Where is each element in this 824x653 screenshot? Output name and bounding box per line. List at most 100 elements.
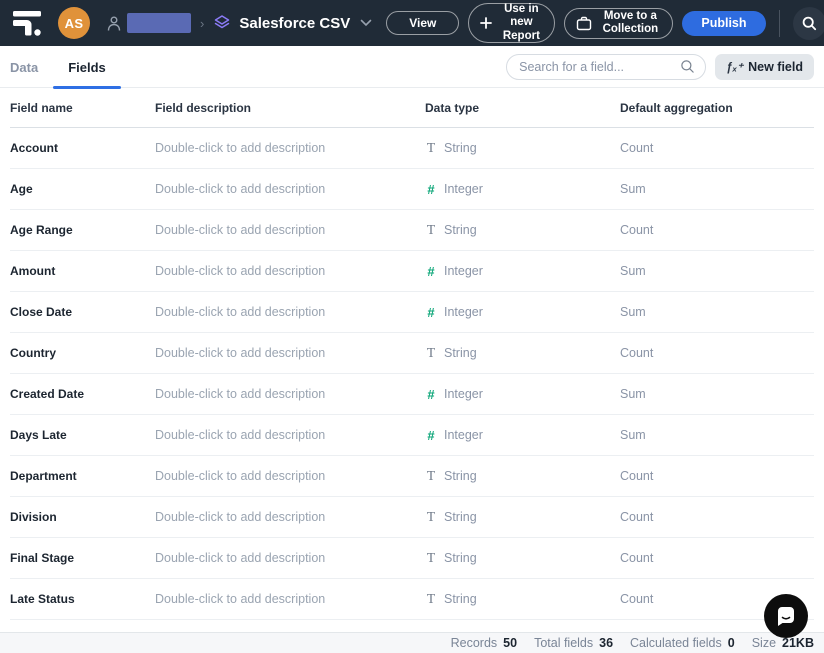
- column-header-description: Field description: [155, 100, 252, 115]
- field-name: Amount: [10, 264, 56, 278]
- chat-bubble-icon: [778, 606, 794, 626]
- function-plus-icon: ƒₓ⁺: [726, 61, 744, 74]
- move-to-collection-button[interactable]: Move to a Collection: [564, 7, 674, 39]
- field-type-cell[interactable]: # Integer: [425, 182, 620, 197]
- table-row[interactable]: Age Double-click to add description # In…: [10, 169, 814, 210]
- field-aggregation[interactable]: Count: [620, 469, 814, 483]
- records-stat: Records 50: [451, 636, 517, 650]
- field-description[interactable]: Double-click to add description: [155, 141, 425, 155]
- chevron-down-icon[interactable]: [360, 19, 372, 27]
- field-description[interactable]: Double-click to add description: [155, 264, 425, 278]
- field-description[interactable]: Double-click to add description: [155, 428, 425, 442]
- calculated-fields-label: Calculated fields: [630, 636, 722, 650]
- field-type-cell[interactable]: T String: [425, 591, 620, 607]
- integer-type-icon: #: [427, 263, 435, 279]
- field-description[interactable]: Double-click to add description: [155, 469, 425, 483]
- field-description[interactable]: Double-click to add description: [155, 305, 425, 319]
- tab-data[interactable]: Data: [10, 46, 53, 88]
- table-row[interactable]: Country Double-click to add description …: [10, 333, 814, 374]
- table-row[interactable]: Close Date Double-click to add descripti…: [10, 292, 814, 333]
- field-description[interactable]: Double-click to add description: [155, 223, 425, 237]
- string-type-icon: T: [426, 591, 436, 606]
- new-field-button[interactable]: ƒₓ⁺ New field: [715, 53, 814, 80]
- records-value: 50: [503, 636, 518, 650]
- dataset-fields-page: AS › Salesforce CSV View Use in new Repo…: [0, 0, 824, 653]
- field-type: String: [444, 346, 477, 360]
- field-description[interactable]: Double-click to add description: [155, 592, 425, 606]
- dataset-icon: [213, 14, 231, 32]
- string-type-icon: T: [426, 140, 436, 155]
- field-type-cell[interactable]: # Integer: [425, 428, 620, 443]
- table-row[interactable]: Created Date Double-click to add descrip…: [10, 374, 814, 415]
- field-type-cell[interactable]: T String: [425, 550, 620, 566]
- table-row[interactable]: Age Range Double-click to add descriptio…: [10, 210, 814, 251]
- mode-logo-icon[interactable]: [12, 8, 44, 38]
- global-search-button[interactable]: [792, 6, 824, 40]
- navbar-actions: View Use in new Report Move to a Collect…: [386, 3, 824, 43]
- view-button[interactable]: View: [386, 11, 460, 35]
- integer-type-icon: #: [427, 181, 435, 197]
- field-description[interactable]: Double-click to add description: [155, 551, 425, 565]
- total-fields-stat: Total fields 36: [534, 636, 613, 650]
- field-aggregation[interactable]: Sum: [620, 305, 814, 319]
- user-avatar[interactable]: AS: [58, 7, 90, 39]
- field-type-cell[interactable]: # Integer: [425, 305, 620, 320]
- fields-table-header: Field name Field description Data type D…: [10, 88, 814, 128]
- table-row[interactable]: Days Late Double-click to add descriptio…: [10, 415, 814, 456]
- field-description[interactable]: Double-click to add description: [155, 510, 425, 524]
- field-description[interactable]: Double-click to add description: [155, 387, 425, 401]
- field-type-cell[interactable]: T String: [425, 222, 620, 238]
- field-type: Integer: [444, 264, 483, 278]
- tab-fields[interactable]: Fields: [53, 46, 121, 89]
- field-type: String: [444, 141, 477, 155]
- plus-icon: [480, 17, 493, 29]
- top-navbar: AS › Salesforce CSV View Use in new Repo…: [0, 0, 824, 46]
- use-in-new-report-button[interactable]: Use in new Report: [468, 3, 556, 43]
- string-type-icon: T: [426, 222, 436, 237]
- field-name: Account: [10, 141, 58, 155]
- chat-launcher-button[interactable]: [764, 594, 808, 638]
- string-type-icon: T: [426, 345, 436, 360]
- field-aggregation[interactable]: Sum: [620, 182, 814, 196]
- calculated-fields-stat: Calculated fields 0: [630, 636, 735, 650]
- status-bar: Records 50 Total fields 36 Calculated fi…: [0, 632, 824, 653]
- table-row[interactable]: Department Double-click to add descripti…: [10, 456, 814, 497]
- field-description[interactable]: Double-click to add description: [155, 346, 425, 360]
- table-row[interactable]: Amount Double-click to add description #…: [10, 251, 814, 292]
- field-type-cell[interactable]: T String: [425, 140, 620, 156]
- field-type-cell[interactable]: # Integer: [425, 387, 620, 402]
- field-type: Integer: [444, 182, 483, 196]
- field-type-cell[interactable]: # Integer: [425, 264, 620, 279]
- field-type-cell[interactable]: T String: [425, 345, 620, 361]
- fields-table-body: Account Double-click to add description …: [10, 128, 814, 620]
- search-icon: [681, 60, 694, 73]
- size-value: 21KB: [782, 636, 814, 650]
- integer-type-icon: #: [427, 304, 435, 320]
- field-name: Late Status: [10, 592, 75, 606]
- field-aggregation[interactable]: Sum: [620, 428, 814, 442]
- integer-type-icon: #: [427, 386, 435, 402]
- field-description[interactable]: Double-click to add description: [155, 182, 425, 196]
- table-row[interactable]: Final Stage Double-click to add descript…: [10, 538, 814, 579]
- field-type-cell[interactable]: T String: [425, 509, 620, 525]
- field-type: String: [444, 223, 477, 237]
- field-aggregation[interactable]: Count: [620, 141, 814, 155]
- field-aggregation[interactable]: Count: [620, 346, 814, 360]
- field-name: Close Date: [10, 305, 73, 319]
- publish-button[interactable]: Publish: [682, 10, 766, 36]
- field-type: String: [444, 469, 477, 483]
- field-aggregation[interactable]: Sum: [620, 387, 814, 401]
- field-type-cell[interactable]: T String: [425, 468, 620, 484]
- new-field-label: New field: [748, 59, 803, 74]
- table-row[interactable]: Division Double-click to add description…: [10, 497, 814, 538]
- field-aggregation[interactable]: Sum: [620, 264, 814, 278]
- field-search-input[interactable]: [519, 59, 681, 74]
- workspace-name-redacted[interactable]: [127, 13, 191, 33]
- table-row[interactable]: Late Status Double-click to add descript…: [10, 579, 814, 620]
- table-row[interactable]: Account Double-click to add description …: [10, 128, 814, 169]
- field-aggregation[interactable]: Count: [620, 510, 814, 524]
- calculated-fields-value: 0: [727, 636, 735, 650]
- field-aggregation[interactable]: Count: [620, 551, 814, 565]
- field-aggregation[interactable]: Count: [620, 223, 814, 237]
- field-name: Division: [10, 510, 57, 524]
